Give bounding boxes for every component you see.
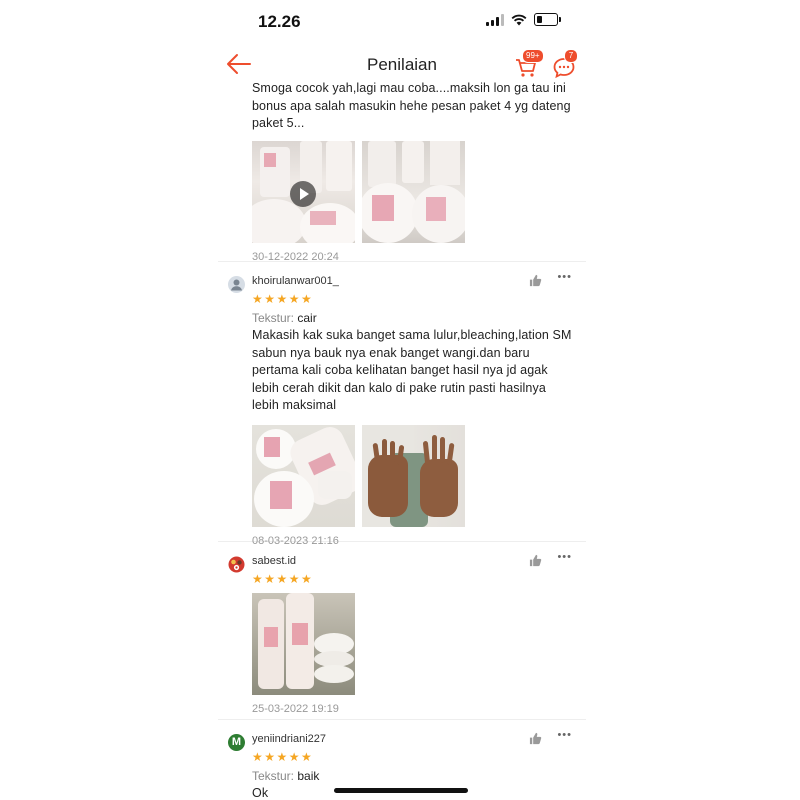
review-item: sabest.id ••• ★★★★★ 25-03-2022 19:19 bbox=[218, 542, 586, 720]
default-user-icon bbox=[231, 279, 242, 291]
attribute-value: baik bbox=[297, 769, 320, 783]
status-time: 12.26 bbox=[258, 12, 301, 31]
review-text: Smoga cocok yah,lagi mau coba....maksih … bbox=[252, 81, 571, 130]
chat-button[interactable]: 7 bbox=[552, 49, 578, 79]
username: sabest.id bbox=[252, 555, 297, 567]
review-video-thumbnail[interactable] bbox=[252, 140, 355, 243]
review-photos bbox=[252, 140, 574, 243]
rating-stars: ★★★★★ bbox=[252, 572, 314, 586]
status-icons bbox=[486, 13, 561, 26]
review-photo[interactable] bbox=[252, 424, 355, 527]
review-photo[interactable] bbox=[252, 593, 355, 695]
phone-screen: 12.26 Penilaian 99+ 7 Smoga cocok yah,la… bbox=[218, 0, 586, 800]
avatar[interactable] bbox=[228, 276, 245, 293]
review-header: khoirulanwar001_ ••• bbox=[252, 271, 574, 291]
username: yeniindriani227 bbox=[252, 733, 326, 745]
battery-icon bbox=[534, 13, 561, 26]
review-text: Makasih kak suka banget sama lulur,bleac… bbox=[252, 328, 572, 412]
review-photo[interactable] bbox=[362, 424, 465, 527]
cart-badge: 99+ bbox=[522, 49, 544, 63]
attribute-key: Tekstur: bbox=[252, 311, 295, 325]
rating-stars: ★★★★★ bbox=[252, 750, 314, 764]
rating-stars: ★★★★★ bbox=[252, 292, 314, 306]
review-attribute: Tekstur: cair bbox=[252, 311, 574, 325]
shop-avatar-icon bbox=[228, 556, 245, 573]
review-photos bbox=[252, 593, 574, 695]
avatar[interactable] bbox=[228, 556, 245, 573]
signal-icon bbox=[486, 13, 504, 26]
chat-badge: 7 bbox=[564, 49, 578, 63]
thumbs-up-icon[interactable] bbox=[529, 732, 542, 745]
avatar-letter: M bbox=[231, 736, 242, 748]
thumbs-up-icon[interactable] bbox=[529, 274, 542, 287]
avatar[interactable]: M bbox=[228, 734, 245, 751]
play-icon bbox=[290, 180, 316, 207]
review-header: sabest.id ••• bbox=[252, 551, 574, 571]
wifi-icon bbox=[511, 14, 527, 25]
username: khoirulanwar001_ bbox=[252, 275, 339, 287]
review-date: 30-12-2022 20:24 bbox=[252, 250, 339, 263]
more-options-button[interactable]: ••• bbox=[557, 551, 572, 563]
thumbs-up-icon[interactable] bbox=[529, 554, 542, 567]
attribute-key: Tekstur: bbox=[252, 769, 295, 783]
reviews-list[interactable]: Smoga cocok yah,lagi mau coba....maksih … bbox=[218, 81, 586, 800]
review-photos bbox=[252, 424, 574, 527]
more-options-button[interactable]: ••• bbox=[557, 271, 572, 283]
review-item: khoirulanwar001_ ••• ★★★★★ Tekstur: cair… bbox=[218, 262, 586, 547]
more-options-button[interactable]: ••• bbox=[557, 729, 572, 741]
home-indicator bbox=[334, 788, 468, 793]
review-date: 25-03-2022 19:19 bbox=[252, 703, 339, 715]
review-header: yeniindriani227 ••• bbox=[252, 729, 574, 749]
attribute-value: cair bbox=[297, 311, 317, 325]
review-item: Smoga cocok yah,lagi mau coba....maksih … bbox=[218, 80, 586, 263]
cart-button[interactable]: 99+ bbox=[514, 49, 544, 78]
review-attribute: Tekstur: baik bbox=[252, 769, 574, 783]
review-photo[interactable] bbox=[362, 140, 465, 243]
